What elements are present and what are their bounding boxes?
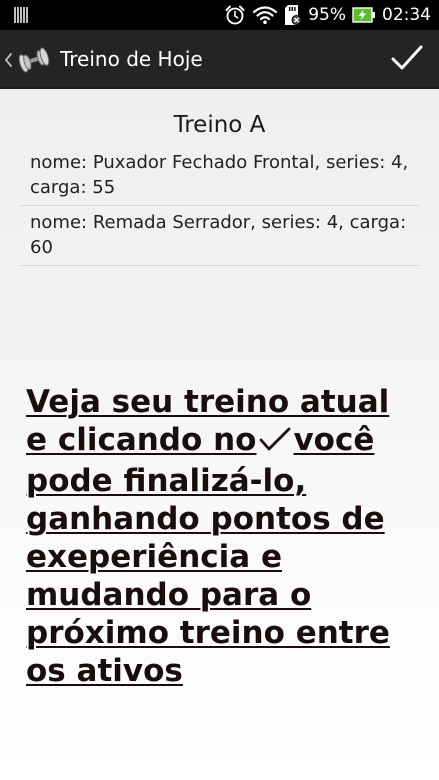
tip-text-after: você pode finalizá-lo, ganhando pontos d…	[26, 422, 390, 689]
battery-charging-icon	[352, 6, 376, 24]
wifi-icon	[252, 5, 278, 25]
exercise-item[interactable]: nome: Puxador Fechado Frontal, series: 4…	[20, 146, 419, 206]
action-bar-title: Treino de Hoje	[60, 47, 203, 71]
battery-percent: 95%	[308, 5, 346, 25]
action-bar: Treino de Hoje	[0, 30, 439, 89]
checkmark-icon	[390, 43, 424, 77]
tip-text: Veja seu treino atual e clicando no você …	[26, 383, 421, 690]
status-bar: 95% 02:34	[0, 0, 439, 30]
signal-bars-icon	[14, 7, 29, 23]
up-navigation-button[interactable]	[0, 30, 54, 89]
clock-time: 02:34	[382, 5, 431, 25]
workout-title: Treino A	[173, 112, 266, 138]
status-icons: 95% 02:34	[224, 0, 431, 30]
dumbbell-icon	[13, 45, 54, 75]
sd-card-icon	[284, 4, 302, 26]
chevron-left-icon	[4, 52, 13, 68]
exercise-list: nome: Puxador Fechado Frontal, series: 4…	[20, 146, 419, 266]
alarm-clock-icon	[224, 4, 246, 26]
exercise-item[interactable]: nome: Remada Serrador, series: 4, carga:…	[20, 206, 419, 266]
checkmark-icon	[258, 424, 292, 462]
finish-workout-button[interactable]	[375, 30, 439, 89]
